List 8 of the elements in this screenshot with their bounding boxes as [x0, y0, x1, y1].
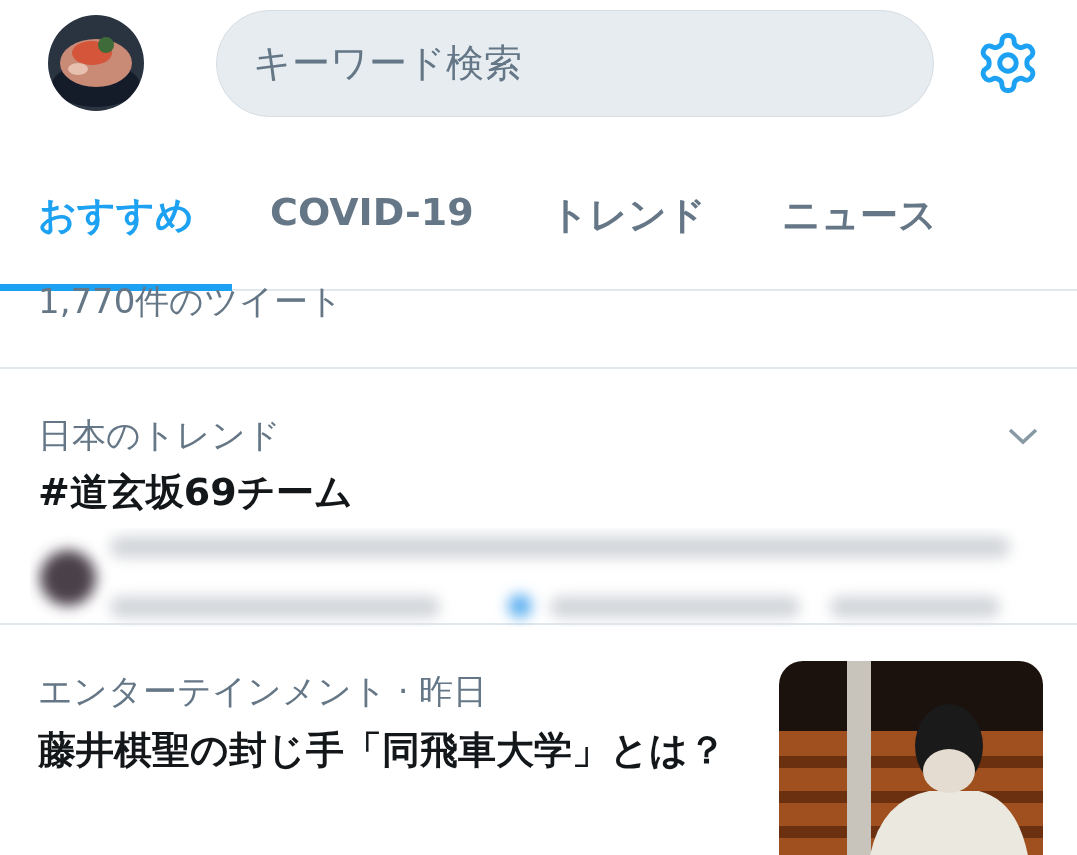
tab[interactable]: ニュース: [743, 140, 975, 291]
trend-context: 日本のトレンド: [38, 414, 281, 457]
trend-title[interactable]: #道玄坂69チーム: [38, 467, 1039, 518]
news-context: エンターテインメント · 昨日: [38, 670, 489, 713]
tab[interactable]: トレンド: [511, 140, 744, 291]
search-field[interactable]: キーワード検索: [216, 9, 934, 117]
news-title[interactable]: 藤井棋聖の封じ手「同飛車大学」とは？: [38, 717, 749, 783]
chevron-icon[interactable]: [1007, 426, 1039, 446]
